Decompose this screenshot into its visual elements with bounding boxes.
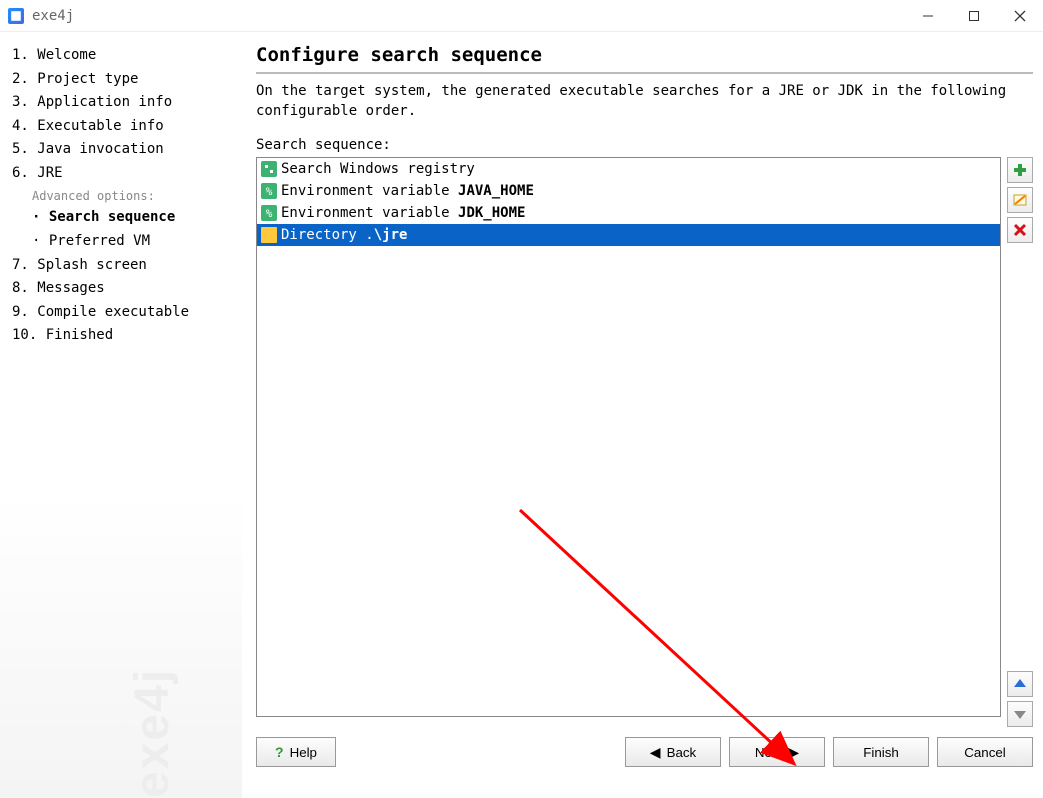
delete-button[interactable]: [1007, 217, 1033, 243]
dir-icon: [261, 227, 277, 243]
cancel-label: Cancel: [964, 745, 1006, 760]
next-label: Next: [755, 745, 782, 760]
finish-button[interactable]: Finish: [833, 737, 929, 767]
sidebar-item[interactable]: 1. Welcome: [12, 44, 234, 68]
add-button[interactable]: [1007, 157, 1033, 183]
item-text: Environment variable JAVA_HOME: [281, 183, 534, 199]
sidebar-item[interactable]: 4. Executable info: [12, 115, 234, 139]
item-text: Environment variable JDK_HOME: [281, 205, 525, 221]
main-panel: Configure search sequence On the target …: [242, 32, 1043, 798]
page-heading: Configure search sequence: [256, 44, 1033, 74]
search-sequence-list[interactable]: Search Windows registry%Environment vari…: [256, 157, 1001, 717]
close-button[interactable]: [997, 0, 1043, 32]
help-label: Help: [290, 745, 317, 760]
sidebar-item[interactable]: 10. Finished: [12, 324, 234, 348]
sidebar-advanced-item[interactable]: Search sequence: [12, 206, 234, 230]
sidebar-advanced-item[interactable]: Preferred VM: [12, 230, 234, 254]
next-icon: ▶: [788, 744, 799, 761]
reg-icon: [261, 161, 277, 177]
back-button[interactable]: ◀ Back: [625, 737, 721, 767]
search-sequence-label: Search sequence:: [256, 137, 1033, 153]
search-sequence-item[interactable]: %Environment variable JAVA_HOME: [257, 180, 1000, 202]
edit-button[interactable]: [1007, 187, 1033, 213]
maximize-button[interactable]: [951, 0, 997, 32]
search-sequence-item[interactable]: Directory .\jre: [257, 224, 1000, 246]
sidebar-item[interactable]: 6. JRE: [12, 162, 234, 186]
move-up-button[interactable]: [1007, 671, 1033, 697]
next-button[interactable]: Next ▶: [729, 737, 825, 767]
minimize-button[interactable]: [905, 0, 951, 32]
sidebar-item[interactable]: 7. Splash screen: [12, 254, 234, 278]
cancel-button[interactable]: Cancel: [937, 737, 1033, 767]
sidebar-watermark: exe4j: [125, 668, 180, 798]
titlebar: exe4j: [0, 0, 1043, 32]
finish-label: Finish: [863, 745, 899, 760]
wizard-sidebar: 1. Welcome2. Project type3. Application …: [0, 32, 242, 798]
page-description: On the target system, the generated exec…: [256, 82, 1033, 121]
window-title: exe4j: [32, 8, 905, 24]
search-sequence-item[interactable]: %Environment variable JDK_HOME: [257, 202, 1000, 224]
sidebar-item[interactable]: 2. Project type: [12, 68, 234, 92]
help-icon: ?: [275, 744, 284, 760]
env-icon: %: [261, 205, 277, 221]
sidebar-item[interactable]: 8. Messages: [12, 277, 234, 301]
search-sequence-item[interactable]: Search Windows registry: [257, 158, 1000, 180]
move-down-button[interactable]: [1007, 701, 1033, 727]
env-icon: %: [261, 183, 277, 199]
back-icon: ◀: [650, 744, 661, 761]
item-text: Search Windows registry: [281, 161, 475, 177]
sidebar-item[interactable]: 3. Application info: [12, 91, 234, 115]
item-text: Directory .\jre: [281, 227, 407, 243]
back-label: Back: [667, 745, 697, 760]
help-button[interactable]: ? Help: [256, 737, 336, 767]
sidebar-item[interactable]: 5. Java invocation: [12, 138, 234, 162]
app-icon: [8, 8, 24, 24]
sidebar-advanced-header: Advanced options:: [12, 186, 234, 207]
sidebar-item[interactable]: 9. Compile executable: [12, 301, 234, 325]
